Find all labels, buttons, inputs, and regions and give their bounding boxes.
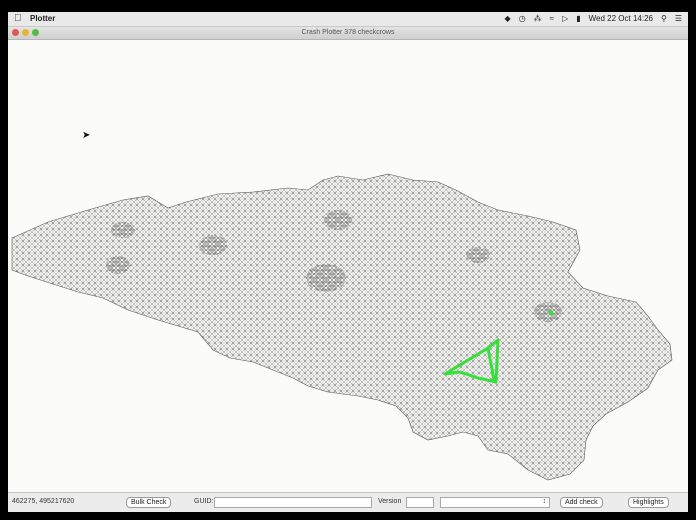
coordinates-readout: 462275, 495217620 — [12, 498, 75, 505]
version-label: Version — [378, 498, 402, 505]
chevron-down-icon: ↕ — [542, 498, 547, 505]
battery-icon[interactable]: ▮ — [576, 14, 580, 23]
city-cluster — [306, 264, 346, 292]
road-network-map — [11, 173, 673, 481]
menu-extras: ◆ ◷ ⁂ ≈ ▷ ▮ Wed 22 Oct 14:26 ⚲ ☰ — [505, 14, 682, 23]
city-cluster — [111, 222, 135, 238]
highlights-button[interactable]: Highlights — [628, 497, 669, 508]
city-cluster — [534, 302, 562, 322]
menu-bar:  Plotter ◆ ◷ ⁂ ≈ ▷ ▮ Wed 22 Oct 14:26 ⚲… — [8, 12, 688, 27]
plot-canvas[interactable]: ➤ — [8, 40, 688, 492]
window-titlebar: Crash Plotter 378 checkcrows — [8, 27, 688, 40]
guid-input[interactable] — [214, 497, 372, 508]
screen:  Plotter ◆ ◷ ⁂ ≈ ▷ ▮ Wed 22 Oct 14:26 ⚲… — [8, 12, 688, 512]
bulk-check-button[interactable]: Bulk Check — [126, 497, 172, 508]
highlight-marker[interactable] — [548, 310, 554, 316]
city-cluster — [466, 247, 490, 263]
status-bar: 462275, 495217620 Bulk Check GUID: Versi… — [8, 492, 688, 512]
search-icon[interactable]: ⚲ — [661, 14, 667, 23]
app-name-menu[interactable]: Plotter — [30, 14, 55, 23]
bluetooth-icon[interactable]: ⁂ — [534, 14, 542, 23]
mouse-cursor-icon: ➤ — [82, 130, 91, 141]
city-cluster — [324, 210, 352, 230]
city-cluster — [106, 256, 130, 274]
city-cluster — [199, 235, 227, 255]
list-icon[interactable]: ☰ — [675, 14, 682, 23]
clock[interactable]: Wed 22 Oct 14:26 — [589, 14, 653, 23]
version-input[interactable] — [406, 497, 434, 508]
dropbox-icon[interactable]: ◆ — [505, 14, 511, 23]
apple-menu-icon[interactable]:  — [14, 13, 22, 24]
check-type-dropdown[interactable]: ↕ — [440, 497, 550, 508]
volume-icon[interactable]: ▷ — [562, 14, 568, 23]
add-check-button[interactable]: Add check — [560, 497, 603, 508]
guid-label: GUID: — [194, 498, 214, 505]
window-title: Crash Plotter 378 checkcrows — [301, 29, 395, 36]
wifi-icon[interactable]: ≈ — [550, 14, 554, 23]
timemachine-icon[interactable]: ◷ — [519, 14, 526, 23]
